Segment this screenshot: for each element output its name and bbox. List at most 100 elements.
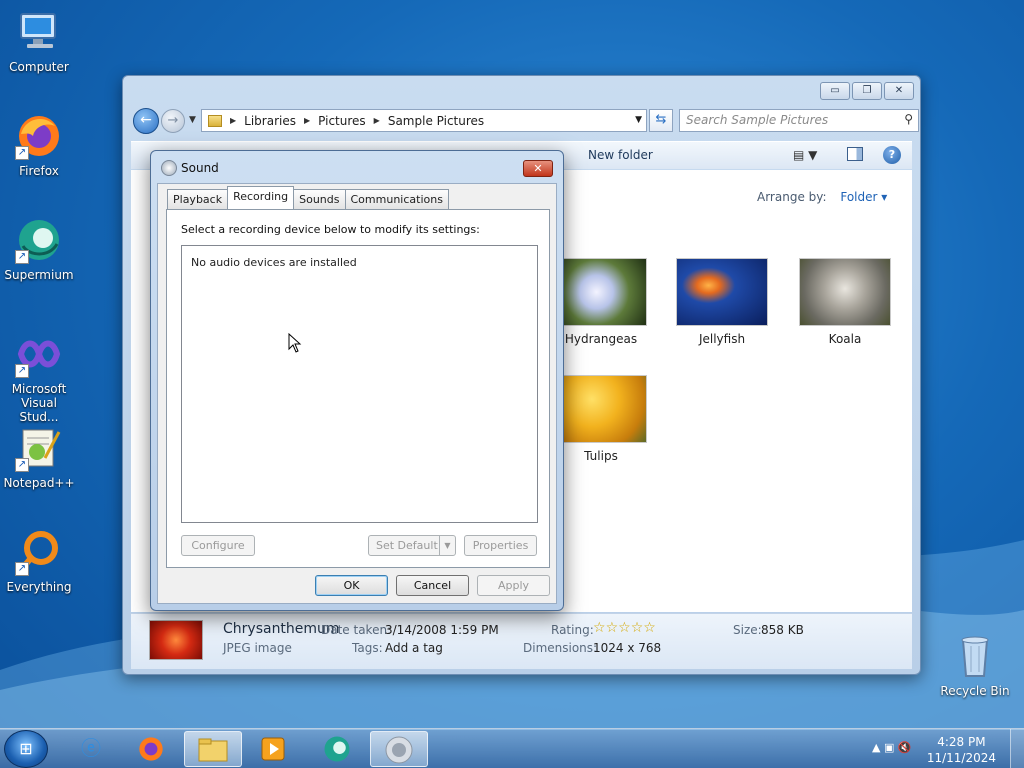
supermium-icon: ↗ (15, 216, 63, 264)
set-default-button[interactable]: Set Default ▼ (368, 535, 456, 556)
desktop-icon-everything[interactable]: ↗ Everything (0, 528, 78, 594)
recording-panel: Select a recording device below to modif… (166, 209, 550, 568)
start-button[interactable]: ⊞ (4, 730, 48, 768)
address-dropdown-icon[interactable]: ▼ (635, 115, 642, 125)
star-icon[interactable]: ☆ (643, 620, 656, 636)
star-icon[interactable]: ☆ (631, 620, 644, 636)
refresh-button[interactable]: ⇆ (649, 109, 673, 132)
thumbnail-label: Hydrangeas (564, 332, 638, 346)
desktop-icon-firefox[interactable]: ↗ Firefox (0, 112, 78, 178)
file-type: JPEG image (223, 641, 292, 655)
dimensions-value: 1024 x 768 (593, 641, 662, 655)
sound-dialog[interactable]: Sound ✕ Playback Recording Sounds Commun… (150, 150, 564, 611)
star-icon[interactable]: ☆ (606, 620, 619, 636)
computer-icon (15, 8, 63, 56)
desktop-icon-label: Computer (9, 60, 69, 74)
maximize-button[interactable]: ❐ (852, 82, 882, 100)
breadcrumb-sample-pictures[interactable]: Sample Pictures (388, 114, 484, 128)
breadcrumb-libraries[interactable]: Libraries (244, 114, 296, 128)
new-folder-button[interactable]: New folder (588, 148, 653, 162)
breadcrumb-separator-icon[interactable]: ▶ (230, 116, 236, 125)
configure-button[interactable]: Configure (181, 535, 255, 556)
show-hidden-icons-icon[interactable]: ▲ (872, 741, 880, 754)
rating-stars[interactable]: ☆☆☆☆☆ (593, 620, 656, 636)
help-icon[interactable]: ? (883, 146, 901, 164)
breadcrumb-pictures[interactable]: Pictures (318, 114, 366, 128)
clock[interactable]: 4:28 PM 11/11/2024 (927, 734, 996, 766)
tab-strip: Playback Recording Sounds Communications (167, 186, 449, 209)
cancel-button[interactable]: Cancel (396, 575, 469, 596)
shortcut-arrow-icon: ↗ (15, 562, 29, 576)
tab-playback[interactable]: Playback (167, 189, 229, 209)
forward-button[interactable]: → (161, 109, 185, 133)
thumbnail-label: Tulips (584, 449, 618, 463)
arrange-label: Arrange by: (757, 190, 827, 204)
taskbar: ⊞ ⓔ ▲ ▣ 🔇 4:28 PM 11/11/2024 (0, 728, 1024, 768)
thumbnail-label: Jellyfish (698, 332, 746, 346)
star-icon[interactable]: ☆ (618, 620, 631, 636)
device-list[interactable]: No audio devices are installed (181, 245, 538, 523)
arrange-by: Arrange by: Folder ▾ (757, 190, 887, 204)
taskbar-sound-icon[interactable] (370, 731, 428, 767)
set-default-label: Set Default (376, 539, 438, 552)
ok-button[interactable]: OK (315, 575, 388, 596)
thumbnail-image (799, 258, 891, 326)
system-tray: ▲ ▣ 🔇 4:28 PM 11/11/2024 (864, 729, 1024, 768)
thumbnail-label: Koala (828, 332, 862, 346)
file-thumbnail-jellyfish[interactable]: Jellyfish (667, 258, 777, 346)
search-icon[interactable]: ⚲ (904, 112, 913, 126)
tab-sounds[interactable]: Sounds (293, 189, 346, 209)
shortcut-arrow-icon: ↗ (15, 458, 29, 472)
dialog-close-button[interactable]: ✕ (523, 160, 553, 177)
set-default-dropdown-icon[interactable]: ▼ (439, 536, 455, 555)
network-icon[interactable]: ▣ (884, 741, 894, 754)
notepadpp-icon: ↗ (15, 424, 63, 472)
tab-recording[interactable]: Recording (227, 186, 295, 209)
address-bar[interactable]: ▶ Libraries ▶ Pictures ▶ Sample Pictures… (201, 109, 647, 132)
tab-communications[interactable]: Communications (344, 189, 449, 209)
taskbar-internet-explorer-icon[interactable]: ⓔ (62, 731, 120, 767)
clock-date: 11/11/2024 (926, 751, 996, 765)
dimensions-label: Dimensions: (523, 641, 598, 655)
recent-pages-dropdown[interactable]: ▼ (189, 115, 196, 125)
desktop-icon-label: Everything (6, 580, 72, 594)
apply-button[interactable]: Apply (477, 575, 550, 596)
taskbar-supermium-icon[interactable] (308, 731, 366, 767)
everything-icon: ↗ (15, 528, 63, 576)
taskbar-firefox-icon[interactable] (122, 731, 180, 767)
preview-pane-icon[interactable] (847, 147, 863, 161)
size-value: 858 KB (761, 623, 804, 637)
minimize-button[interactable]: ▭ (820, 82, 850, 100)
taskbar-media-player-icon[interactable] (244, 731, 302, 767)
search-input[interactable]: Search Sample Pictures ⚲ (679, 109, 919, 132)
arrange-dropdown[interactable]: Folder ▾ (840, 190, 887, 204)
taskbar-explorer-icon[interactable] (184, 731, 242, 767)
desktop-icon-notepadpp[interactable]: ↗ Notepad++ (0, 424, 78, 490)
date-taken-value[interactable]: 3/14/2008 1:59 PM (385, 623, 499, 637)
show-desktop-button[interactable] (1010, 729, 1024, 768)
dialog-title: Sound (181, 161, 219, 175)
tags-value[interactable]: Add a tag (385, 641, 443, 655)
desktop-icon-computer[interactable]: Computer (0, 8, 78, 74)
recording-hint: Select a recording device below to modif… (181, 223, 480, 236)
close-button[interactable]: ✕ (884, 82, 914, 100)
visual-studio-icon: ↗ (15, 330, 63, 378)
properties-button[interactable]: Properties (464, 535, 537, 556)
tags-label: Tags: (352, 641, 383, 655)
star-icon[interactable]: ☆ (593, 620, 606, 636)
desktop-icon-recycle-bin[interactable]: Recycle Bin (936, 632, 1014, 698)
back-button[interactable]: ← (133, 108, 159, 134)
desktop-icon-visual-studio[interactable]: ↗ Microsoft Visual Stud... (0, 330, 78, 424)
desktop-icon-label: Supermium (4, 268, 74, 282)
clock-time: 4:28 PM (937, 735, 986, 749)
breadcrumb-separator-icon[interactable]: ▶ (374, 116, 380, 125)
details-thumbnail (149, 620, 203, 660)
change-view-button[interactable]: ▤ ▼ (793, 148, 817, 162)
file-thumbnail-koala[interactable]: Koala (790, 258, 900, 346)
thumbnail-image (555, 375, 647, 443)
arrange-value: Folder (840, 190, 878, 204)
volume-muted-icon[interactable]: 🔇 (898, 741, 912, 754)
details-pane: Chrysanthemum JPEG image Date taken: 3/1… (131, 613, 912, 669)
desktop-icon-supermium[interactable]: ↗ Supermium (0, 216, 78, 282)
breadcrumb-separator-icon[interactable]: ▶ (304, 116, 310, 125)
